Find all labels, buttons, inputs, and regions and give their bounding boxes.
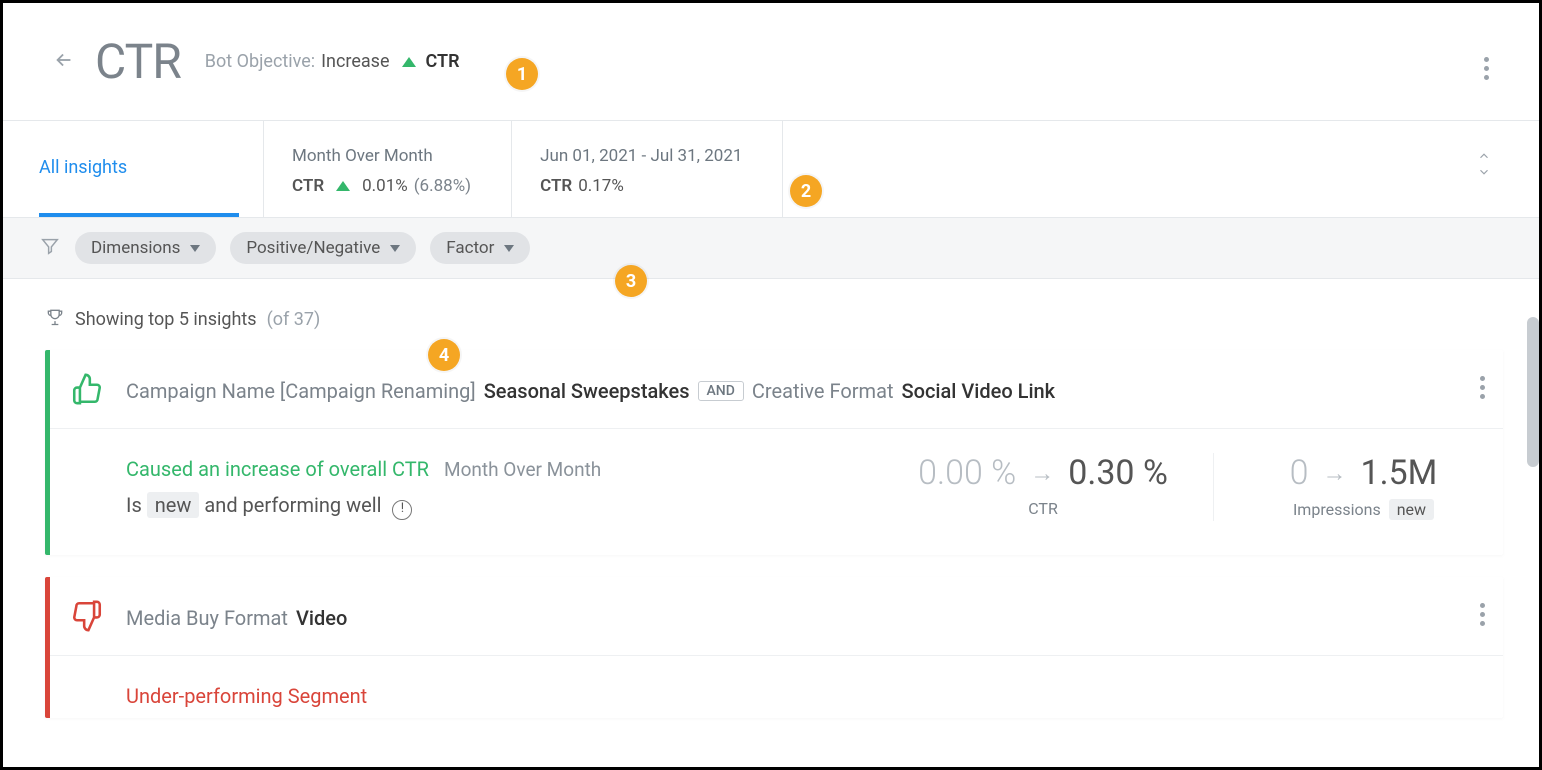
filter-dimensions[interactable]: Dimensions (75, 232, 216, 264)
metric-label: CTR (913, 499, 1173, 518)
stat-metric: CTR (540, 176, 572, 196)
stat-month-over-month: Month Over Month CTR 0.01% (6.88%) (263, 121, 511, 217)
stat-metric: CTR (292, 176, 324, 196)
count-text: Showing top 5 insights (75, 309, 257, 330)
dim-value: Social Video Link (902, 379, 1056, 403)
card-more-button[interactable] (1480, 599, 1485, 630)
period-text: Month Over Month (444, 458, 601, 481)
insight-card-positive: Campaign Name [Campaign Renaming] Season… (45, 350, 1503, 555)
insight-card-negative: Media Buy Format Video Under-performing … (45, 577, 1503, 718)
dim-label: Media Buy Format (126, 606, 288, 630)
trophy-icon (45, 307, 65, 332)
thumbs-down-icon (70, 599, 112, 637)
more-menu-button[interactable] (1484, 53, 1489, 84)
scrollbar[interactable] (1527, 317, 1539, 467)
and-tag: AND (698, 381, 744, 401)
metric-ctr: 0.00 % → 0.30 % CTR (913, 453, 1173, 521)
metric-from: 0.00 % (918, 453, 1016, 493)
card-body: Under-performing Segment (50, 656, 1503, 712)
objective-metric: CTR (426, 51, 460, 72)
objective-label: Bot Objective: (205, 51, 315, 72)
stat-title: Jun 01, 2021 - Jul 31, 2021 (540, 146, 742, 166)
callout-badge-3: 3 (615, 265, 647, 297)
tab-label: All insights (39, 157, 127, 178)
stat-pct: (6.88%) (414, 176, 471, 196)
expand-collapse-button[interactable] (1477, 149, 1491, 179)
card-header: Media Buy Format Video (50, 577, 1503, 656)
card-body: Caused an increase of overall CTR Month … (50, 429, 1503, 549)
page-title: CTR (95, 33, 181, 90)
increase-icon (336, 181, 350, 191)
card-description: Caused an increase of overall CTR Month … (126, 453, 873, 521)
new-tag: new (1389, 499, 1434, 520)
callout-badge-4: 4 (428, 339, 460, 371)
insight-count: Showing top 5 insights (of 37) (3, 279, 1539, 350)
count-suffix: (of 37) (267, 309, 321, 330)
arrow-right-icon: → (1322, 459, 1346, 488)
dim-label: Creative Format (752, 379, 894, 403)
card-more-button[interactable] (1480, 372, 1485, 403)
card-description: Under-performing Segment (126, 680, 1473, 712)
cause-text: Caused an increase of overall CTR (126, 457, 429, 481)
pill-label: Positive/Negative (246, 238, 380, 258)
chevron-down-icon (504, 245, 514, 252)
dim-value: Video (296, 606, 347, 630)
filter-factor[interactable]: Factor (430, 232, 530, 264)
callout-badge-2: 2 (790, 175, 822, 207)
dim-label: Campaign Name [Campaign Renaming] (126, 379, 476, 403)
back-icon[interactable] (53, 49, 75, 75)
stat-change: 0.01% (362, 176, 408, 196)
pill-label: Dimensions (91, 238, 180, 258)
info-icon[interactable]: ! (392, 500, 412, 520)
filter-icon[interactable] (39, 235, 61, 261)
metric-from: 0 (1290, 453, 1309, 493)
filter-posneg[interactable]: Positive/Negative (230, 232, 416, 264)
desc-pre: Is (126, 493, 142, 517)
callout-badge-1: 1 (506, 58, 538, 90)
metric-to: 1.5M (1360, 453, 1437, 493)
card-title: Campaign Name [Campaign Renaming] Season… (126, 379, 1055, 403)
dim-value: Seasonal Sweepstakes (484, 379, 690, 403)
objective-value: Increase (321, 51, 389, 72)
stat-title: Month Over Month (292, 146, 471, 166)
metric-to: 0.30 % (1068, 453, 1168, 493)
new-tag: new (147, 492, 200, 518)
increase-icon (402, 57, 416, 67)
stats-bar: All insights Month Over Month CTR 0.01% … (3, 121, 1539, 217)
metric-impressions: 0 → 1.5M Impressions new (1213, 453, 1473, 521)
arrow-right-icon: → (1030, 459, 1054, 488)
chevron-down-icon (390, 245, 400, 252)
page-header: CTR Bot Objective: Increase CTR (3, 3, 1539, 120)
desc-post: and performing well (204, 493, 381, 517)
stat-date-range: Jun 01, 2021 - Jul 31, 2021 CTR 0.17% (511, 121, 782, 217)
pill-label: Factor (446, 238, 494, 258)
metric-label: Impressions (1293, 500, 1381, 519)
thumbs-up-icon (70, 372, 112, 410)
filter-bar: Dimensions Positive/Negative Factor (3, 217, 1539, 279)
card-title: Media Buy Format Video (126, 606, 347, 630)
card-header: Campaign Name [Campaign Renaming] Season… (50, 350, 1503, 429)
cause-text: Under-performing Segment (126, 684, 367, 708)
stat-value: 0.17% (578, 176, 624, 196)
tab-all-insights[interactable]: All insights (39, 121, 239, 217)
divider (782, 121, 783, 217)
chevron-down-icon (190, 245, 200, 252)
